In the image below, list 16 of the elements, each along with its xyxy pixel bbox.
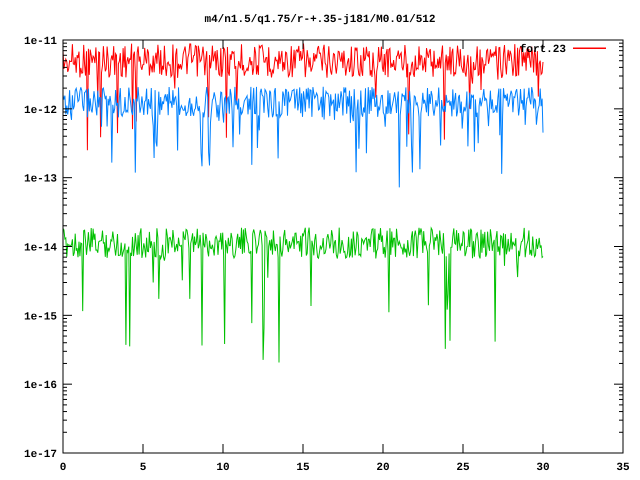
- axis-tick-label: 1e-14: [24, 242, 57, 254]
- axis-tick-label: 1e-12: [24, 104, 57, 117]
- axis-tick-label: 1e-15: [24, 311, 57, 324]
- axis-tick-label: 1e-17: [24, 449, 57, 461]
- axis-tick-label: 10: [216, 462, 230, 474]
- axis-tick-label: 20: [376, 462, 390, 474]
- axis-tick-label: 30: [536, 462, 550, 474]
- axis-tick-label: 25: [456, 462, 470, 474]
- chart-title: m4/n1.5/q1.75/r-+.35-j181/M0.01/512: [204, 14, 436, 26]
- axis-tick-label: 1e-16: [24, 380, 57, 392]
- axis-tick-label: 35: [616, 462, 630, 474]
- axis-tick-label: 1e-13: [24, 174, 57, 186]
- axis-tick-label: 15: [296, 462, 310, 474]
- axis-tick-label: 0: [60, 462, 66, 474]
- axis-tick-label: 5: [140, 462, 146, 474]
- axis-tick-label: 1e-11: [24, 36, 57, 48]
